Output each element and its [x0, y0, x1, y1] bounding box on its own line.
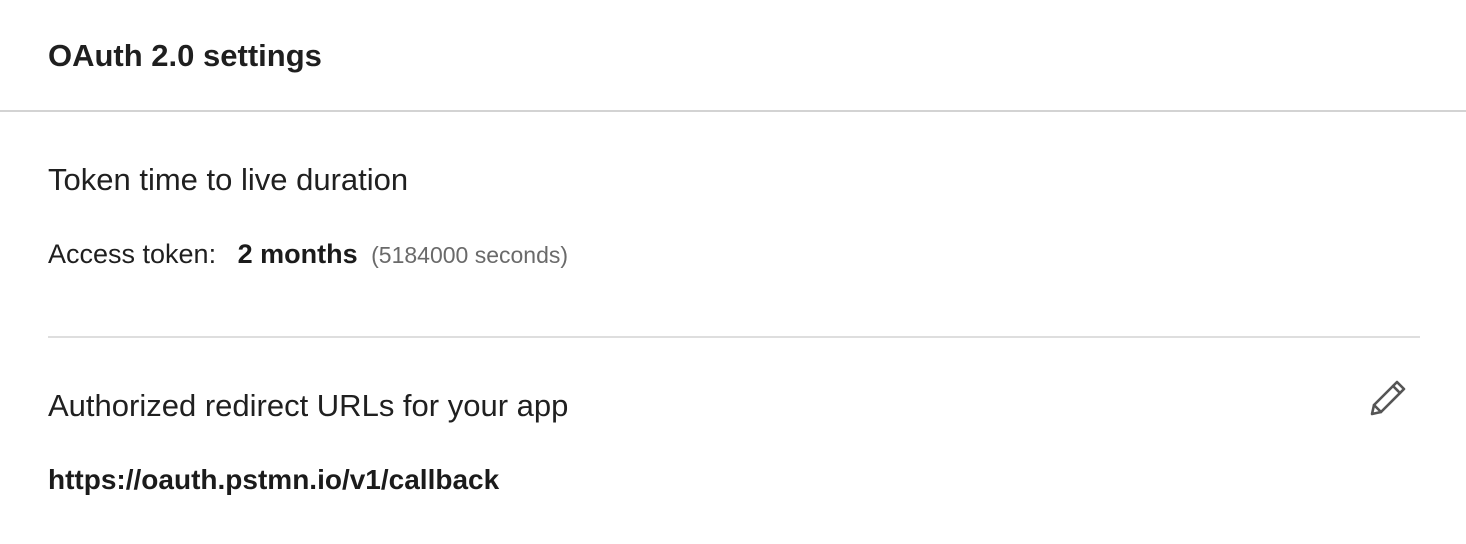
- token-ttl-heading: Token time to live duration: [48, 162, 409, 197]
- edit-redirect-urls-button[interactable]: [1364, 374, 1412, 422]
- oauth-settings-panel: OAuth 2.0 settings Token time to live du…: [0, 0, 1466, 544]
- pencil-icon: [1364, 374, 1412, 422]
- access-token-row: Access token: 2 months (5184000 seconds): [48, 234, 568, 275]
- access-token-label: Access token:: [48, 239, 217, 269]
- panel-title: OAuth 2.0 settings: [48, 38, 322, 73]
- redirect-url: https://oauth.pstmn.io/v1/callback: [48, 464, 500, 495]
- access-token-value: 2 months: [237, 239, 358, 269]
- token-ttl-section: Token time to live duration Access token…: [48, 160, 1420, 338]
- panel-header: OAuth 2.0 settings: [0, 0, 1466, 112]
- redirect-urls-heading: Authorized redirect URLs for your app: [48, 388, 569, 423]
- redirect-urls-section: Authorized redirect URLs for your app ht…: [48, 380, 1420, 516]
- access-token-seconds: (5184000 seconds): [371, 242, 569, 268]
